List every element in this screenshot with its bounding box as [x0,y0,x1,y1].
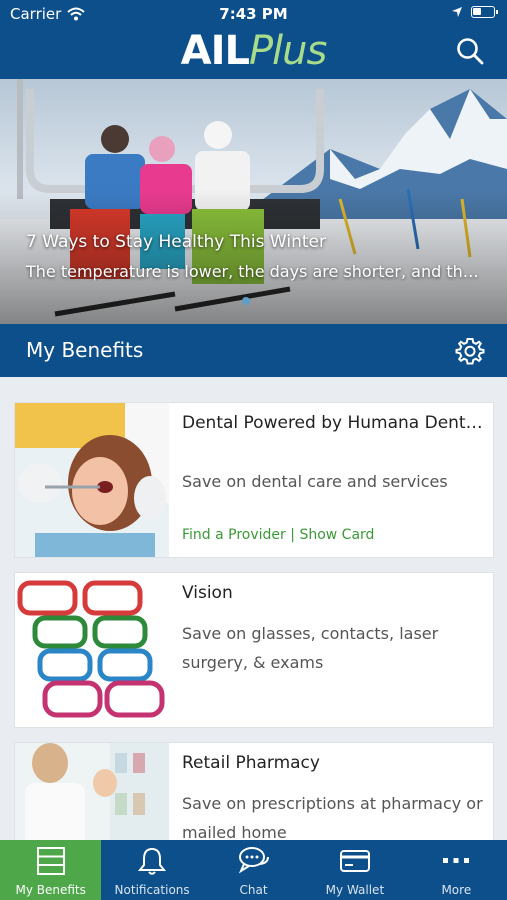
location-arrow-icon [452,7,462,17]
search-button[interactable] [455,36,485,66]
find-provider-link[interactable]: Find a Provider [182,527,286,543]
benefits-section-header: My Benefits [0,324,507,377]
featured-article-banner[interactable]: 7 Ways to Stay Healthy This Winter The t… [0,79,507,324]
tab-my-benefits[interactable]: My Benefits [0,840,102,900]
tab-my-wallet[interactable]: My Wallet [304,840,405,900]
tab-label: My Wallet [325,883,385,897]
chat-bubbles-icon [238,847,269,874]
benefit-title: Vision [182,583,233,603]
benefit-actions: Find a Provider | Show Card [182,527,374,543]
article-description: The temperature is lower, the days are s… [26,262,481,281]
show-card-link[interactable]: Show Card [299,527,374,543]
tab-label: Chat [239,883,268,897]
more-dots-icon [443,858,470,863]
benefit-title: Dental Powered by Humana Dental... [182,413,487,433]
app-header: Carrier 7:43 PM AILPlus [0,0,507,79]
benefit-description: Save on glasses, contacts, laser surgery… [182,624,439,672]
status-right [451,6,498,18]
article-title: 7 Ways to Stay Healthy This Winter [26,232,326,252]
benefit-card-dental[interactable]: Dental Powered by Humana Dental... Save … [14,402,494,558]
section-title: My Benefits [26,338,144,362]
tab-label: My Benefits [15,883,86,897]
carousel-indicator-dot[interactable] [242,297,250,305]
card-icon [339,850,370,872]
benefit-title: Retail Pharmacy [182,753,320,773]
status-bar: Carrier 7:43 PM [0,0,507,26]
settings-button[interactable] [455,336,485,366]
bottom-tab-bar: My Benefits Notifications Chat My Wallet [0,840,507,900]
dental-image [15,403,169,557]
bell-icon [138,847,167,875]
link-separator: | [290,527,295,543]
tab-label: Notifications [114,883,190,897]
logo-text-plus: Plus [248,28,327,74]
glasses-image [15,573,169,727]
tab-notifications[interactable]: Notifications [101,840,202,900]
app-logo: AILPlus [0,28,507,74]
list-icon [36,847,65,875]
status-time: 7:43 PM [219,5,288,23]
benefit-description: Save on dental care and services [182,472,448,491]
tab-label: More [441,883,472,897]
search-icon [457,38,484,65]
benefit-card-vision[interactable]: Vision Save on glasses, contacts, laser … [14,572,494,728]
gear-icon [455,338,485,365]
tab-chat[interactable]: Chat [203,840,304,900]
tab-more[interactable]: More [406,840,507,900]
hero-overlay [0,79,507,324]
logo-text-ail: AIL [180,28,250,74]
benefit-description: Save on prescriptions at pharmacy or mai… [182,794,483,842]
battery-icon [471,6,498,18]
